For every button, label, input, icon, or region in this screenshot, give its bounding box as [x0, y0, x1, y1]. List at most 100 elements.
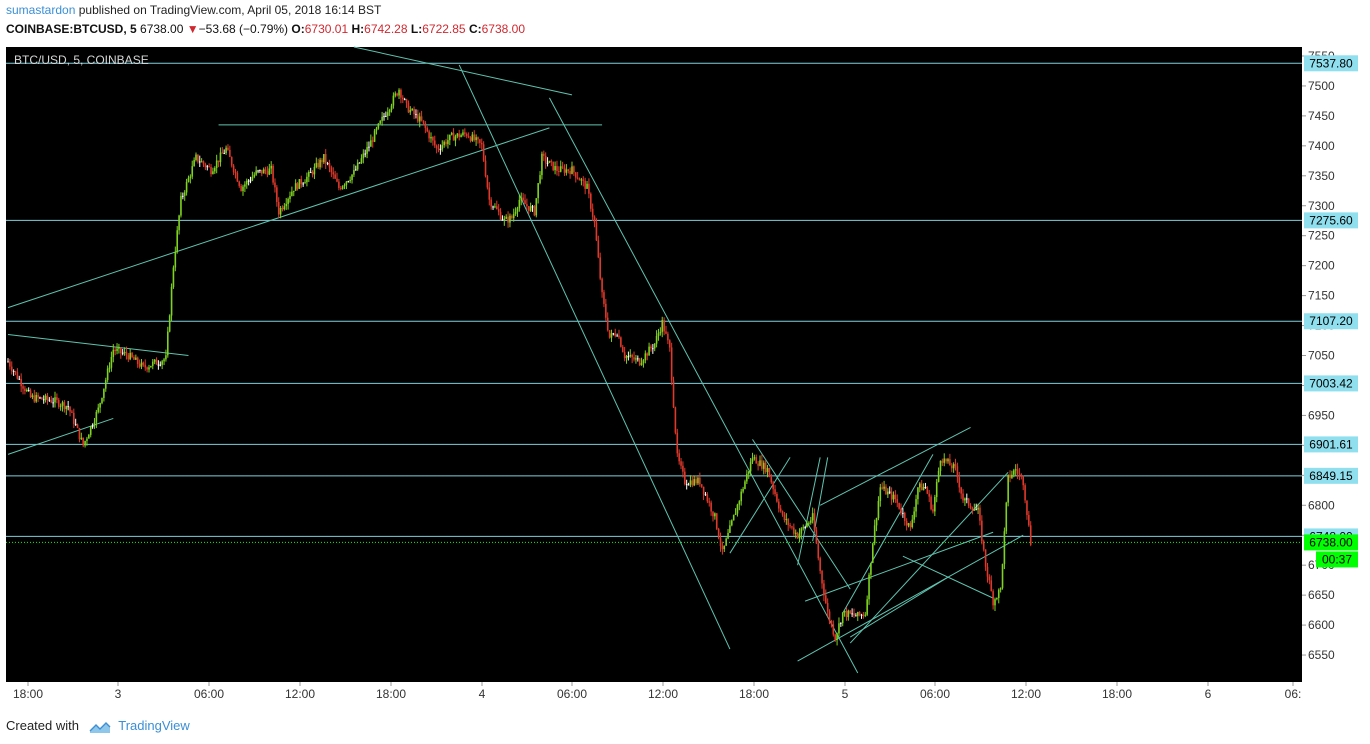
candle-body	[776, 494, 778, 502]
candle-body	[815, 529, 818, 544]
candle-body	[430, 136, 432, 139]
candle-body	[208, 166, 210, 168]
candle-body	[407, 102, 410, 113]
x-tick-label: 12:00	[285, 687, 315, 701]
candle-body	[935, 481, 938, 498]
candle-body	[685, 483, 688, 485]
candle-body	[637, 358, 639, 360]
candle-body	[712, 511, 714, 517]
candle-body	[180, 195, 182, 216]
candle-body	[689, 480, 692, 485]
candle-body	[112, 349, 115, 358]
author-link[interactable]: sumastardon	[6, 3, 75, 17]
candle-body	[768, 468, 771, 477]
candle-body	[934, 497, 936, 512]
candle-body	[755, 457, 758, 464]
candle-body	[428, 131, 430, 139]
candle-body	[563, 167, 566, 173]
x-tick-label: 06:00	[920, 687, 950, 701]
y-tick-label: 6800	[1308, 498, 1335, 512]
candle-body	[731, 520, 733, 526]
candle-body	[388, 109, 391, 113]
candle-body	[39, 397, 41, 399]
candle-body	[947, 459, 949, 462]
candle-body	[368, 146, 370, 148]
candle-body	[259, 169, 261, 171]
candle-body	[133, 357, 135, 360]
candle-body	[928, 493, 930, 497]
candle-body	[294, 183, 297, 191]
candle-body	[479, 139, 481, 143]
candle-body	[629, 354, 632, 357]
candle-body	[830, 620, 833, 625]
candle-body	[1016, 469, 1019, 474]
candle-body	[276, 187, 278, 202]
candle-body	[148, 367, 150, 370]
candle-body	[554, 166, 556, 171]
candle-body	[422, 120, 425, 124]
candle-body	[257, 170, 259, 172]
candle-body	[482, 144, 485, 161]
candle-body	[161, 361, 163, 365]
candle-body	[59, 405, 62, 407]
candle-body	[894, 494, 897, 500]
candle-body	[225, 147, 227, 154]
candle-body	[204, 164, 207, 167]
candle-body	[744, 481, 746, 489]
candle-body	[319, 159, 321, 168]
candle-body	[402, 97, 404, 100]
candle-body	[371, 140, 374, 142]
candle-body	[403, 99, 406, 101]
candle-body	[708, 501, 711, 503]
candle-body	[221, 152, 224, 154]
candle-body	[116, 348, 118, 351]
candle-body	[355, 169, 357, 171]
candle-body	[255, 170, 257, 175]
candle-body	[63, 402, 66, 410]
symbol-label: COINBASE:BTCUSD, 5	[6, 22, 137, 36]
candle-body	[586, 183, 588, 189]
candle-body	[289, 195, 291, 199]
candle-body	[285, 203, 288, 207]
candle-body	[27, 390, 30, 392]
countdown-label: 00:37	[1322, 552, 1352, 566]
candle-body	[687, 484, 690, 486]
candle-body	[872, 543, 874, 563]
candle-body	[232, 165, 235, 173]
candle-body	[847, 610, 850, 618]
candle-body	[29, 390, 32, 398]
candle-body	[65, 406, 68, 410]
candle-body	[954, 464, 957, 467]
candle-body	[1011, 474, 1013, 478]
candle-body	[862, 614, 865, 616]
candle-body	[321, 159, 323, 163]
candle-body	[621, 346, 624, 353]
y-tick-label: 7400	[1308, 139, 1335, 153]
candle-body	[176, 230, 178, 253]
candle-body	[913, 511, 915, 520]
tradingview-link[interactable]: TradingView	[118, 718, 190, 733]
candle-body	[323, 154, 325, 163]
candle-body	[341, 186, 344, 189]
candle-body	[875, 518, 878, 526]
candle-body	[71, 411, 73, 413]
price-chart[interactable]: 6550660066506700675068006850690069507000…	[0, 40, 1370, 710]
close-label: C:	[468, 22, 482, 36]
candle-body	[543, 153, 545, 156]
candle-body	[603, 292, 605, 304]
candle-body	[885, 486, 887, 495]
candle-body	[932, 509, 934, 512]
candle-body	[789, 525, 791, 527]
candle-body	[806, 523, 808, 527]
candle-body	[945, 458, 947, 462]
y-tick-label: 7300	[1308, 199, 1335, 213]
plot-area[interactable]	[6, 47, 1302, 682]
candle-body	[967, 498, 970, 506]
candle-body	[836, 633, 838, 640]
candle-body	[762, 462, 765, 469]
candle-body	[22, 386, 24, 389]
candle-body	[1022, 476, 1024, 486]
candle-body	[811, 513, 814, 521]
candle-body	[746, 473, 748, 482]
candle-body	[766, 468, 769, 473]
